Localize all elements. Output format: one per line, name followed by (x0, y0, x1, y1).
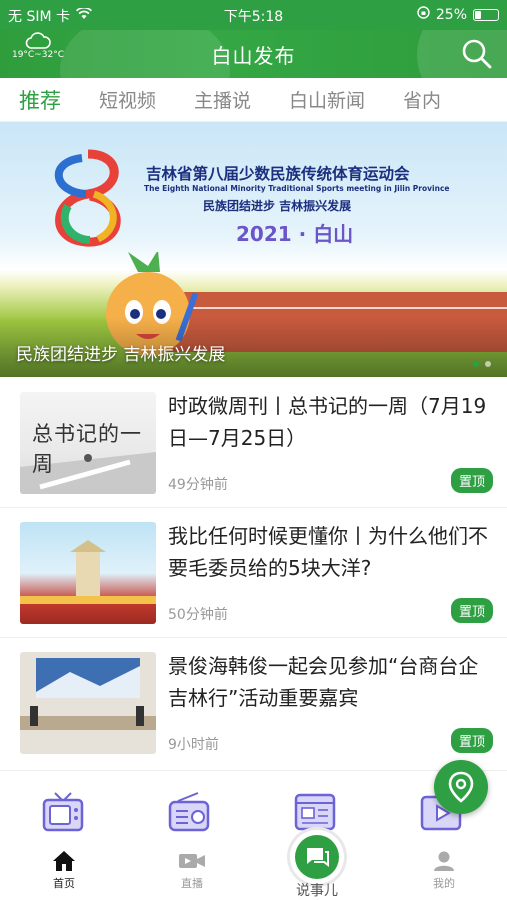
tab-baishan-news[interactable]: 白山新闻 (270, 86, 384, 113)
carousel-dots (473, 361, 491, 367)
banner-slogan: 民族团结进步 吉林振兴发展 (203, 199, 352, 213)
news-title: 时政微周刊丨总书记的一周（7月19日—7月25日） (168, 394, 487, 450)
tab-bar: 首页 直播 我的 (0, 838, 507, 900)
news-title: 我比任何时候更懂你丨为什么他们不要毛委员给的5块大洋? (168, 524, 488, 580)
games-logo (54, 149, 121, 247)
news-thumbnail (20, 652, 156, 754)
banner-heading: 吉林省第八届少数民族传统体育运动会 (146, 165, 410, 183)
location-pin-icon (448, 771, 474, 803)
home-icon (53, 851, 75, 871)
banner-caption: 民族团结进步 吉林振兴发展 (16, 345, 226, 365)
banner-year: 2021 · 白山 (236, 222, 354, 246)
tab-province[interactable]: 省内 (384, 86, 460, 113)
news-title: 景俊海韩俊一起会见参加“台商台企吉林行”活动重要嘉宾 (168, 654, 479, 710)
battery-percent: 25% (435, 6, 467, 23)
news-thumbnail (20, 522, 156, 624)
page-title: 白山发布 (211, 44, 296, 68)
news-item[interactable]: 景俊海韩俊一起会见参加“台商台企吉林行”活动重要嘉宾 9小时前 置顶 (0, 638, 507, 768)
status-bar: 无 SIM 卡 下午5:18 25% (0, 0, 507, 30)
app-header: 19°C~32°C 白山发布 (0, 30, 507, 78)
pinned-badge: 置顶 (450, 728, 493, 753)
pinned-badge: 置顶 (450, 598, 493, 623)
tab-mine-label: 我的 (433, 877, 455, 890)
pinned-badge: 置顶 (450, 468, 493, 493)
location-button[interactable] (434, 760, 488, 814)
tab-mine[interactable]: 我的 (404, 850, 484, 891)
newspaper-icon[interactable] (292, 789, 338, 835)
news-time: 9小时前 (168, 737, 219, 753)
search-icon (462, 39, 492, 69)
rotation-lock-icon (417, 6, 430, 23)
tab-recommend[interactable]: 推荐 (0, 85, 80, 115)
talk-button[interactable] (290, 830, 344, 884)
category-tabs: 推荐 短视频 主播说 白山新闻 省内 (0, 78, 507, 122)
banner-carousel[interactable]: 吉林省第八届少数民族传统体育运动会 The Eighth National Mi… (0, 122, 507, 377)
search-button[interactable] (459, 36, 495, 72)
radio-icon[interactable] (166, 789, 212, 835)
tab-anchor[interactable]: 主播说 (175, 86, 270, 113)
news-item[interactable]: 总书记的一周 时政微周刊丨总书记的一周（7月19日—7月25日） 49分钟前 置… (0, 378, 507, 508)
news-thumbnail: 总书记的一周 (20, 392, 156, 494)
running-track-line (189, 307, 507, 309)
carousel-dot[interactable] (485, 361, 491, 367)
news-item[interactable]: 我比任何时候更懂你丨为什么他们不要毛委员给的5块大洋? 50分钟前 置顶 (0, 508, 507, 638)
tab-live[interactable]: 直播 (152, 850, 232, 891)
tab-home-label: 首页 (53, 877, 75, 890)
camera-icon (179, 854, 205, 868)
talk-label: 说事儿 (296, 883, 338, 899)
tv-icon[interactable] (40, 789, 86, 835)
tab-home[interactable]: 首页 (24, 850, 104, 891)
thumbnail-art (20, 658, 156, 730)
chat-icon (307, 848, 329, 867)
talk-button-core (295, 835, 339, 879)
news-time: 49分钟前 (168, 477, 228, 493)
carousel-dot-active[interactable] (473, 361, 479, 367)
thumbnail-art (20, 540, 156, 604)
battery-icon (473, 8, 499, 21)
user-icon (434, 851, 454, 871)
tab-live-label: 直播 (181, 877, 203, 890)
banner-heading-en: The Eighth National Minority Traditional… (144, 184, 450, 193)
tab-short-video[interactable]: 短视频 (80, 86, 175, 113)
news-time: 50分钟前 (168, 607, 228, 623)
thumbnail-text: 总书记的一周 (32, 422, 142, 476)
